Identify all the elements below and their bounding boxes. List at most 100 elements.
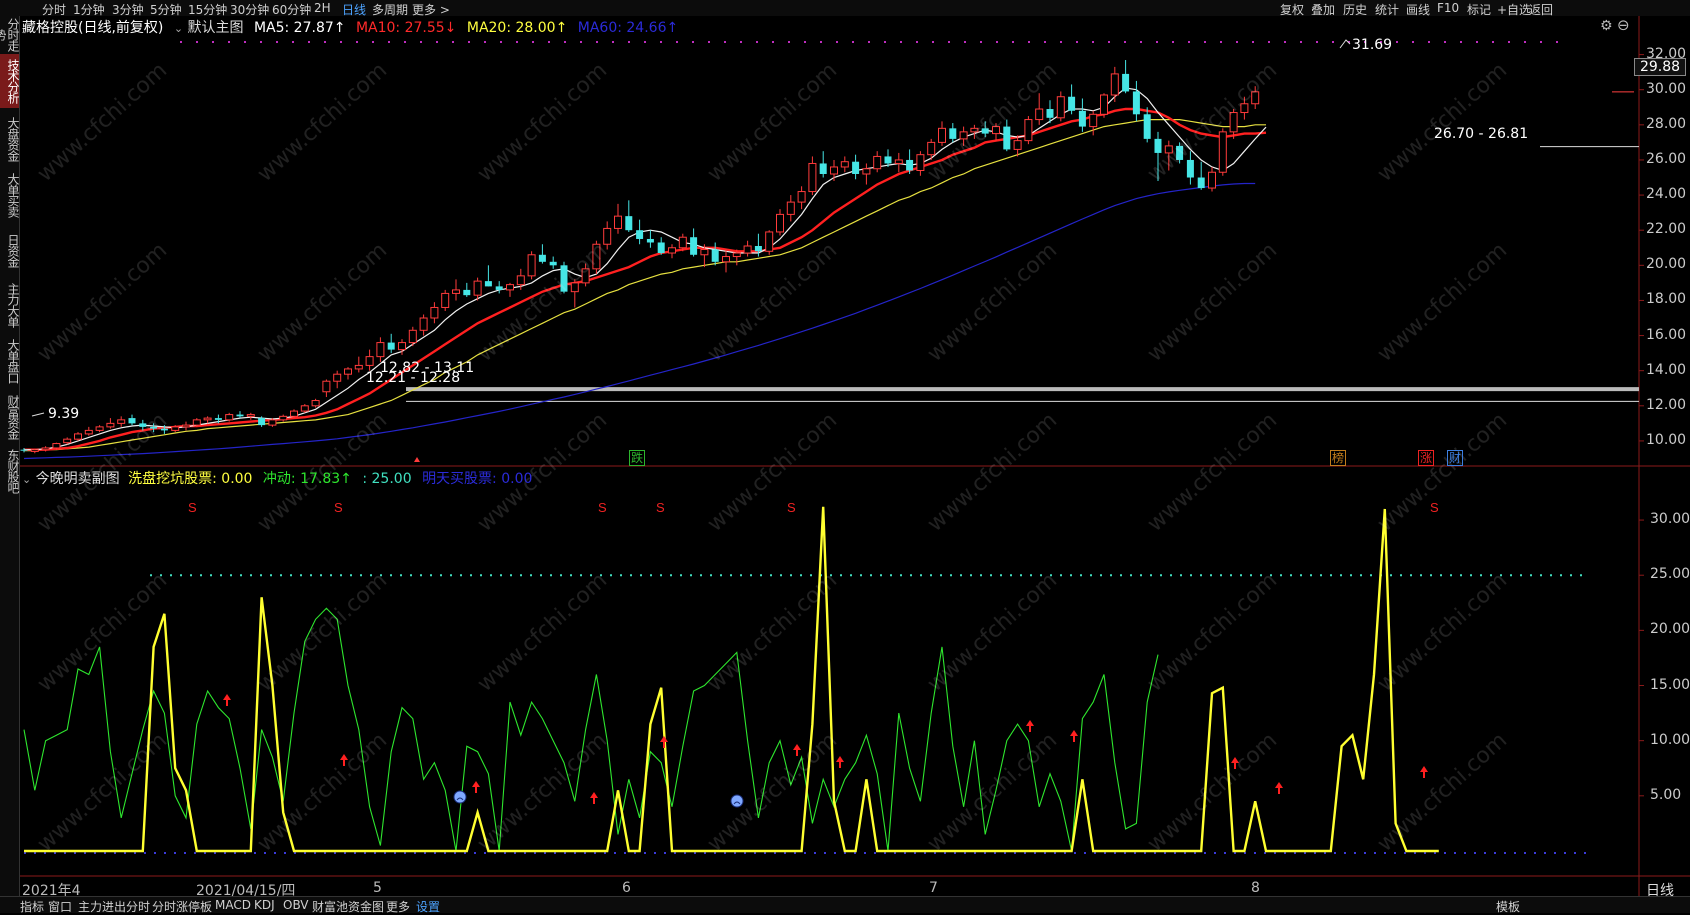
price-tick-label: 18.00 [1646, 291, 1687, 308]
candle-body [95, 426, 104, 431]
sell-signal-marker: S [787, 500, 796, 515]
candle-body [549, 261, 557, 266]
candle-body [52, 443, 61, 449]
timeframe-tab[interactable]: 15分钟 [188, 1, 227, 18]
bottom-toolbar: 指标 窗口 主力进出分时 分时涨停板 MACD KDJ OBV 财富池资金图 更多 设置 模板 [0, 896, 1690, 915]
sidebar-item[interactable]: 技术分析 [0, 54, 20, 108]
candle-body [614, 215, 622, 229]
price-tick-label: 10.00 [1646, 431, 1687, 448]
bottom-tab[interactable]: 窗口 [48, 898, 72, 915]
price-tick-label: 20.00 [1646, 256, 1687, 273]
toolbar-button[interactable]: 画线 [1406, 1, 1430, 18]
candle-body [873, 155, 882, 170]
candle-body [1089, 113, 1098, 128]
dropdown-icon[interactable]: ⌄ [174, 22, 183, 35]
event-tag[interactable]: 涨 [1418, 450, 1434, 466]
toolbar-button[interactable]: 历史 [1343, 1, 1367, 18]
template-button[interactable]: 模板 [1496, 898, 1520, 915]
main-indicator-name[interactable]: 默认主图 [188, 20, 244, 36]
candle-body [290, 410, 298, 417]
toolbar-button[interactable]: 标记 [1467, 1, 1491, 18]
event-tag[interactable]: 财 [1447, 450, 1463, 466]
buy-tomorrow-value: 明天买股票: 0.00 [422, 471, 533, 487]
candle-body [452, 289, 460, 294]
candle-body [722, 256, 730, 263]
bottom-tab[interactable]: 指标 [20, 898, 44, 915]
candle-body [1208, 171, 1216, 189]
dropdown-icon[interactable]: ⌄ [22, 473, 31, 486]
timeframe-tab[interactable]: 3分钟 [112, 1, 144, 18]
sidebar-item[interactable]: 主力大单 [0, 278, 20, 332]
candle-body [711, 249, 719, 262]
candle-body [690, 237, 698, 255]
ma60-value: MA60: 24.66↑ [577, 20, 679, 36]
toolbar-button[interactable]: +自选 [1497, 1, 1531, 18]
candle-body [74, 433, 82, 440]
sidebar-item[interactable]: 日资金 [0, 224, 20, 276]
candle-body [786, 201, 795, 215]
toolbar-button[interactable]: 复权 [1280, 1, 1304, 18]
timeframe-tab[interactable]: 日线 [342, 1, 366, 18]
candle-body [797, 191, 806, 203]
candle-body [516, 275, 525, 286]
stock-title[interactable]: 藏格控股(日线,前复权) [22, 20, 163, 36]
sidebar-item[interactable]: 分时走势 [0, 16, 20, 52]
candle-body [603, 227, 612, 245]
sub-indicator-name[interactable]: 今晚明卖副图 [36, 471, 120, 487]
bottom-tab[interactable]: 主力进出分时 [78, 898, 150, 915]
toolbar-button[interactable]: 叠加 [1311, 1, 1335, 18]
bottom-tab[interactable]: 财富池资金图 [312, 898, 384, 915]
candle-body [430, 306, 439, 319]
main-chart-legend: 藏格控股(日线,前复权) ⌄ 默认主图 MA5: 27.87↑ MA10: 27… [22, 17, 678, 37]
bottom-tab[interactable]: OBV [283, 898, 309, 912]
bottom-tab[interactable]: 设置 [416, 898, 440, 915]
toolbar-button[interactable]: 统计 [1375, 1, 1399, 18]
candle-body [128, 418, 136, 424]
candle-body [1024, 119, 1033, 142]
sell-signal-marker: S [598, 500, 607, 515]
bottom-tab[interactable]: 分时涨停板 [152, 898, 212, 915]
timeframe-tab[interactable]: 1分钟 [73, 1, 105, 18]
sidebar-item[interactable]: 东财股吧 [0, 446, 20, 496]
price-tick-label: 24.00 [1646, 186, 1687, 203]
sidebar-item[interactable]: 大单买卖 [0, 168, 20, 222]
timeframe-tab[interactable]: 60分钟 [272, 1, 311, 18]
timeframe-tab[interactable]: 分时 [42, 1, 66, 18]
timeframe-tab[interactable]: 多周期 [372, 1, 408, 18]
candle-body [84, 429, 93, 435]
event-tag[interactable]: 榜 [1330, 450, 1346, 466]
timeframe-tab[interactable]: 30分钟 [230, 1, 269, 18]
candle-body [311, 400, 320, 407]
candle-body [927, 141, 936, 156]
price-tick-label: 16.00 [1646, 326, 1687, 343]
candle-body [398, 342, 406, 351]
timeframe-tab[interactable]: 5分钟 [150, 1, 182, 18]
toolbar-button[interactable]: F10 [1437, 1, 1459, 15]
minus-icon[interactable]: ⊖ [1617, 16, 1630, 34]
candle-body [279, 415, 288, 421]
candle-body [20, 449, 28, 451]
candle-body [192, 419, 201, 426]
bottom-tab[interactable]: 更多 [386, 898, 410, 915]
x-axis-label: 5 [373, 880, 382, 896]
candle-body [538, 254, 546, 262]
candle-body [1035, 108, 1044, 121]
candle-body [646, 238, 654, 243]
sub-tick-label: 15.00 [1650, 676, 1690, 693]
candle-body [1132, 91, 1140, 115]
candle-body [732, 252, 741, 258]
sidebar-item[interactable]: 大盘资金 [0, 112, 20, 166]
settings-gear-icon[interactable]: ⚙ [1600, 18, 1613, 34]
toolbar-button[interactable]: 返回 [1529, 1, 1553, 18]
bottom-tab[interactable]: MACD [215, 898, 251, 912]
candle-body [1197, 177, 1205, 189]
timeframe-tab[interactable]: 更多 > [412, 1, 450, 18]
event-tag[interactable]: 跌 [629, 450, 645, 466]
candle-body [387, 342, 395, 350]
candle-body [668, 247, 676, 254]
timeframe-tab[interactable]: 2H [314, 1, 331, 15]
candle-body [700, 249, 709, 256]
sidebar-item[interactable]: 财富资金 [0, 390, 20, 444]
bottom-tab[interactable]: KDJ [254, 898, 275, 912]
sidebar-item[interactable]: 大单盘口 [0, 334, 20, 388]
